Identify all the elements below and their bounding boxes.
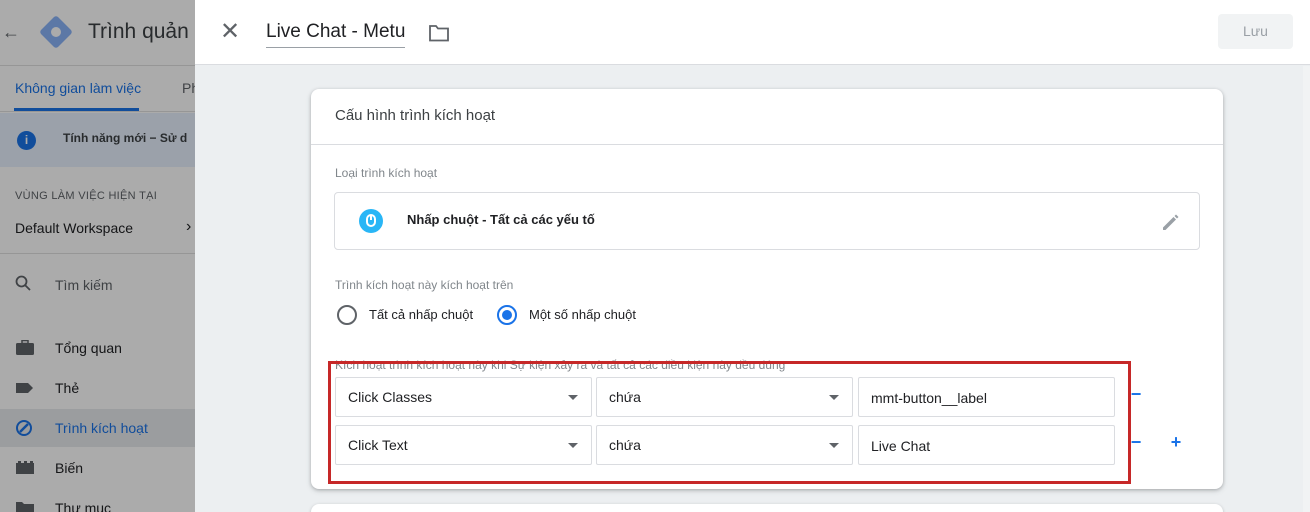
folder-icon[interactable] — [428, 24, 450, 42]
trigger-type-value: Nhấp chuột - Tất cả các yếu tố — [407, 212, 595, 227]
divider — [311, 144, 1223, 145]
radio-button-checked[interactable] — [497, 305, 517, 325]
trigger-type-label: Loại trình kích hoạt — [335, 166, 438, 180]
add-condition-button[interactable]: + — [1169, 432, 1183, 453]
fires-on-label: Trình kích hoạt này kích hoạt trên — [335, 278, 514, 292]
card-title: Cấu hình trình kích hoạt — [335, 107, 496, 124]
trigger-type-selector[interactable]: Nhấp chuột - Tất cả các yếu tố — [334, 192, 1200, 250]
modal-scrim[interactable] — [0, 0, 195, 512]
radio-button[interactable] — [337, 305, 357, 325]
remove-condition-button[interactable]: − — [1129, 384, 1143, 405]
mouse-click-icon — [359, 209, 383, 233]
radio-all-clicks[interactable]: Tất cả nhấp chuột — [337, 305, 497, 327]
background-app: ← Trình quản Không gian làm việc Ph i Tí… — [0, 0, 195, 512]
pencil-icon[interactable] — [1160, 211, 1182, 233]
radio-label: Một số nhấp chuột — [529, 307, 636, 322]
next-card — [311, 504, 1223, 512]
remove-condition-button[interactable]: − — [1129, 432, 1143, 453]
annotation-highlight-box — [328, 361, 1131, 484]
radio-label: Tất cả nhấp chuột — [369, 307, 474, 322]
scrollbar[interactable] — [1303, 66, 1310, 512]
drawer-header: ✕ Live Chat - Metu Lưu — [195, 0, 1310, 65]
radio-some-clicks[interactable]: Một số nhấp chuột — [497, 305, 657, 327]
close-icon[interactable]: ✕ — [219, 20, 241, 44]
save-button[interactable]: Lưu — [1218, 14, 1293, 49]
trigger-name-input[interactable]: Live Chat - Metu — [266, 21, 406, 48]
